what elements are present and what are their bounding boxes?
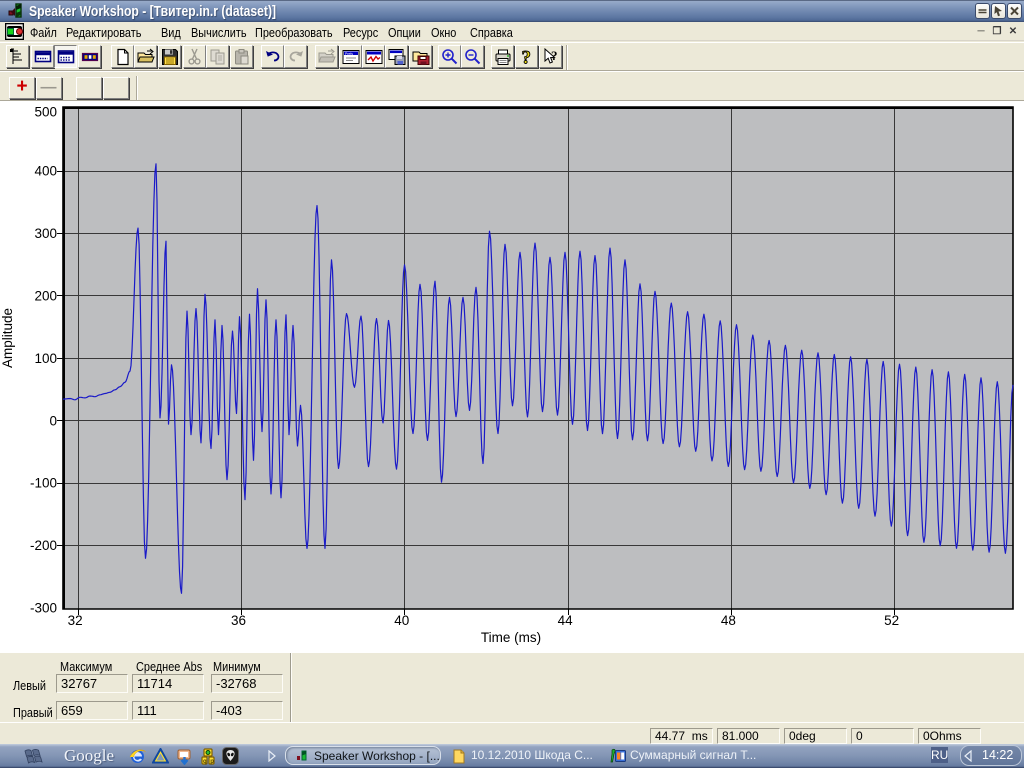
svg-text:Time (ms): Time (ms) [481, 630, 541, 645]
svg-text:-200: -200 [30, 538, 57, 553]
svg-text:32: 32 [68, 613, 83, 628]
svg-text:48: 48 [721, 613, 736, 628]
svg-text:400: 400 [34, 164, 57, 179]
svg-text:0: 0 [49, 413, 57, 428]
svg-text:40: 40 [394, 613, 409, 628]
svg-text:Amplitude: Amplitude [0, 308, 15, 368]
svg-text:q: q [203, 759, 207, 765]
svg-text:100: 100 [34, 351, 57, 366]
svg-text:-300: -300 [30, 601, 57, 616]
svg-text:500: 500 [34, 105, 57, 120]
svg-text:-100: -100 [30, 476, 57, 491]
svg-text:52: 52 [884, 613, 899, 628]
svg-text:300: 300 [34, 226, 57, 241]
svg-text:p: p [210, 759, 214, 765]
svg-text:44: 44 [558, 613, 574, 628]
svg-text:36: 36 [231, 613, 246, 628]
svg-text:200: 200 [34, 288, 57, 303]
